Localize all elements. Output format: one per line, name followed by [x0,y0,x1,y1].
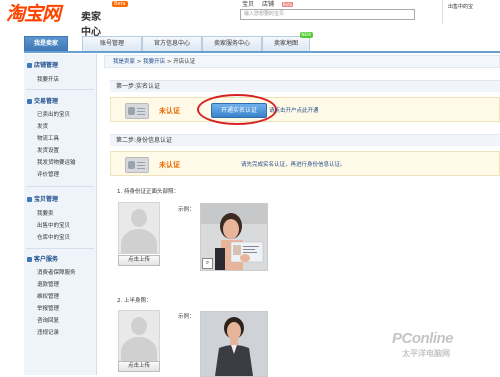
sidebar-item[interactable]: 仓库中的宝贝 [37,233,70,241]
watermark-main: PConline [392,330,454,347]
sidebar-section-goods[interactable]: 宝贝管理 [27,194,58,203]
section-icon [27,257,32,262]
sidebar-item[interactable]: 发货 [37,122,48,130]
breadcrumb: 我是卖家 > 我要开店 > 开店认证 [104,55,500,68]
sidebar-item[interactable]: 我要卖 [37,209,54,217]
avatar-body-icon [121,337,157,361]
section-title: 客户服务 [34,256,59,263]
upload1-example-label: 示例： [178,207,195,213]
tab-account[interactable]: 账号管理 [82,36,142,51]
breadcrumb-current: 开店认证 [173,59,196,65]
sidebar-item[interactable]: 我发货物要运输 [37,158,76,166]
step1-hint[interactable]: 请点击开户点此开通 [269,106,319,114]
tab-seller-service[interactable]: 卖家服务中心 [202,36,262,51]
search-beta-badge: Beta [281,2,294,7]
example-photo-id[interactable]: ⌕ [200,203,268,271]
section-title: 宝贝管理 [34,196,59,203]
logo-beta-badge: Beta [112,1,128,7]
sidebar-item[interactable]: 已卖出的宝贝 [37,110,70,118]
step2-row: 未认证 请先完成实名认证，再进行身份信息认证。 [110,151,500,176]
upload2-example-label: 示例： [178,314,195,320]
sidebar-item[interactable]: 消费者保障服务 [37,268,76,276]
tab-seller[interactable]: 我是卖家 [24,36,68,51]
main-nav: 我是卖家 账号管理 官方信息中心 卖家服务中心 卖家地图 NEW [24,32,500,53]
sidebar-item[interactable]: 物流工具 [37,134,59,142]
zoom-icon[interactable]: ⌕ [202,258,213,269]
sidebar-item[interactable]: 评价管理 [37,170,59,178]
step2-hint: 请先完成实名认证，再进行身份信息认证。 [241,162,346,168]
taobao-logo[interactable]: 淘宝网 卖家中心 Beta [6,0,128,38]
avatar-head-icon [131,317,147,335]
step2-status: 未认证 [159,161,180,169]
logo-text: 淘宝网 [6,3,61,25]
upload1-placeholder[interactable] [118,202,160,254]
step1-row: 未认证 开通实名认证 请点击开户点此开通 [110,94,500,125]
sidebar-section-service[interactable]: 客户服务 [27,254,58,263]
divider [26,186,94,187]
id-card-icon [125,103,149,119]
upload1-label: 1. 持身份证正面头部照： [117,189,179,195]
sidebar-item[interactable]: 出售中的宝贝 [37,221,70,229]
watermark: PConline 太平洋电脑网 [392,330,500,375]
sidebar-item[interactable]: 举报管理 [37,304,59,312]
step1-status: 未认证 [159,107,180,115]
divider [26,248,94,249]
section-title: 店铺管理 [34,62,59,69]
section-icon [27,63,32,68]
breadcrumb-link[interactable]: 我是卖家 [113,59,135,65]
step1-title: 第一步:实名认证 [110,80,500,92]
upload1-button[interactable]: 点击上传 [118,255,160,266]
sidebar-item[interactable]: 发货设置 [37,146,59,154]
search-tabs: 宝贝 店铺 Beta [242,0,299,8]
breadcrumb-link[interactable]: 我要开店 [143,59,165,65]
search-tab-shop[interactable]: 店铺 [262,1,274,8]
upload2-placeholder[interactable] [118,310,160,362]
sidebar-section-trade[interactable]: 交易管理 [27,96,58,105]
avatar-body-icon [121,229,157,253]
section-icon [27,99,32,104]
tab-official-info[interactable]: 官方信息中心 [142,36,202,51]
sidebar-item[interactable]: 维权管理 [37,292,59,300]
tab-seller-map-label: 卖家地图 [273,40,298,47]
header-search: 宝贝 店铺 Beta 输入您想要的宝贝 [236,0,416,24]
sidebar-item[interactable]: 我要开店 [37,75,59,83]
section-title: 交易管理 [34,98,59,105]
id-card-icon [125,157,149,173]
breadcrumb-sep: > [135,59,144,65]
example-photo-halfbody-image [201,312,267,376]
search-tab-item[interactable]: 宝贝 [242,1,254,8]
sidebar-section-shop[interactable]: 店铺管理 [27,60,58,69]
watermark-sub: 太平洋电脑网 [402,349,450,358]
section-icon [27,197,32,202]
upload2-label: 2. 上半身照： [117,298,152,304]
tab-seller-map[interactable]: 卖家地图 NEW [262,32,313,51]
avatar-head-icon [131,209,147,227]
divider [26,89,94,90]
search-input[interactable]: 输入您想要的宝贝 [240,9,415,20]
example-photo-halfbody[interactable] [200,311,268,377]
sidebar: 店铺管理 我要开店 交易管理 已卖出的宝贝 发货 物流工具 发货设置 我发货物要… [24,54,97,375]
new-badge: NEW [299,32,313,38]
header-right-link[interactable]: 出售中的宝 [442,0,500,24]
sidebar-item[interactable]: 退款管理 [37,280,59,288]
upload2-button[interactable]: 点击上传 [118,361,160,372]
highlight-ellipse [197,94,277,125]
sidebar-item[interactable]: 咨询回复 [37,316,59,324]
sidebar-item[interactable]: 违规记录 [37,328,59,336]
step2-title: 第二步:身份信息认证 [110,134,500,146]
